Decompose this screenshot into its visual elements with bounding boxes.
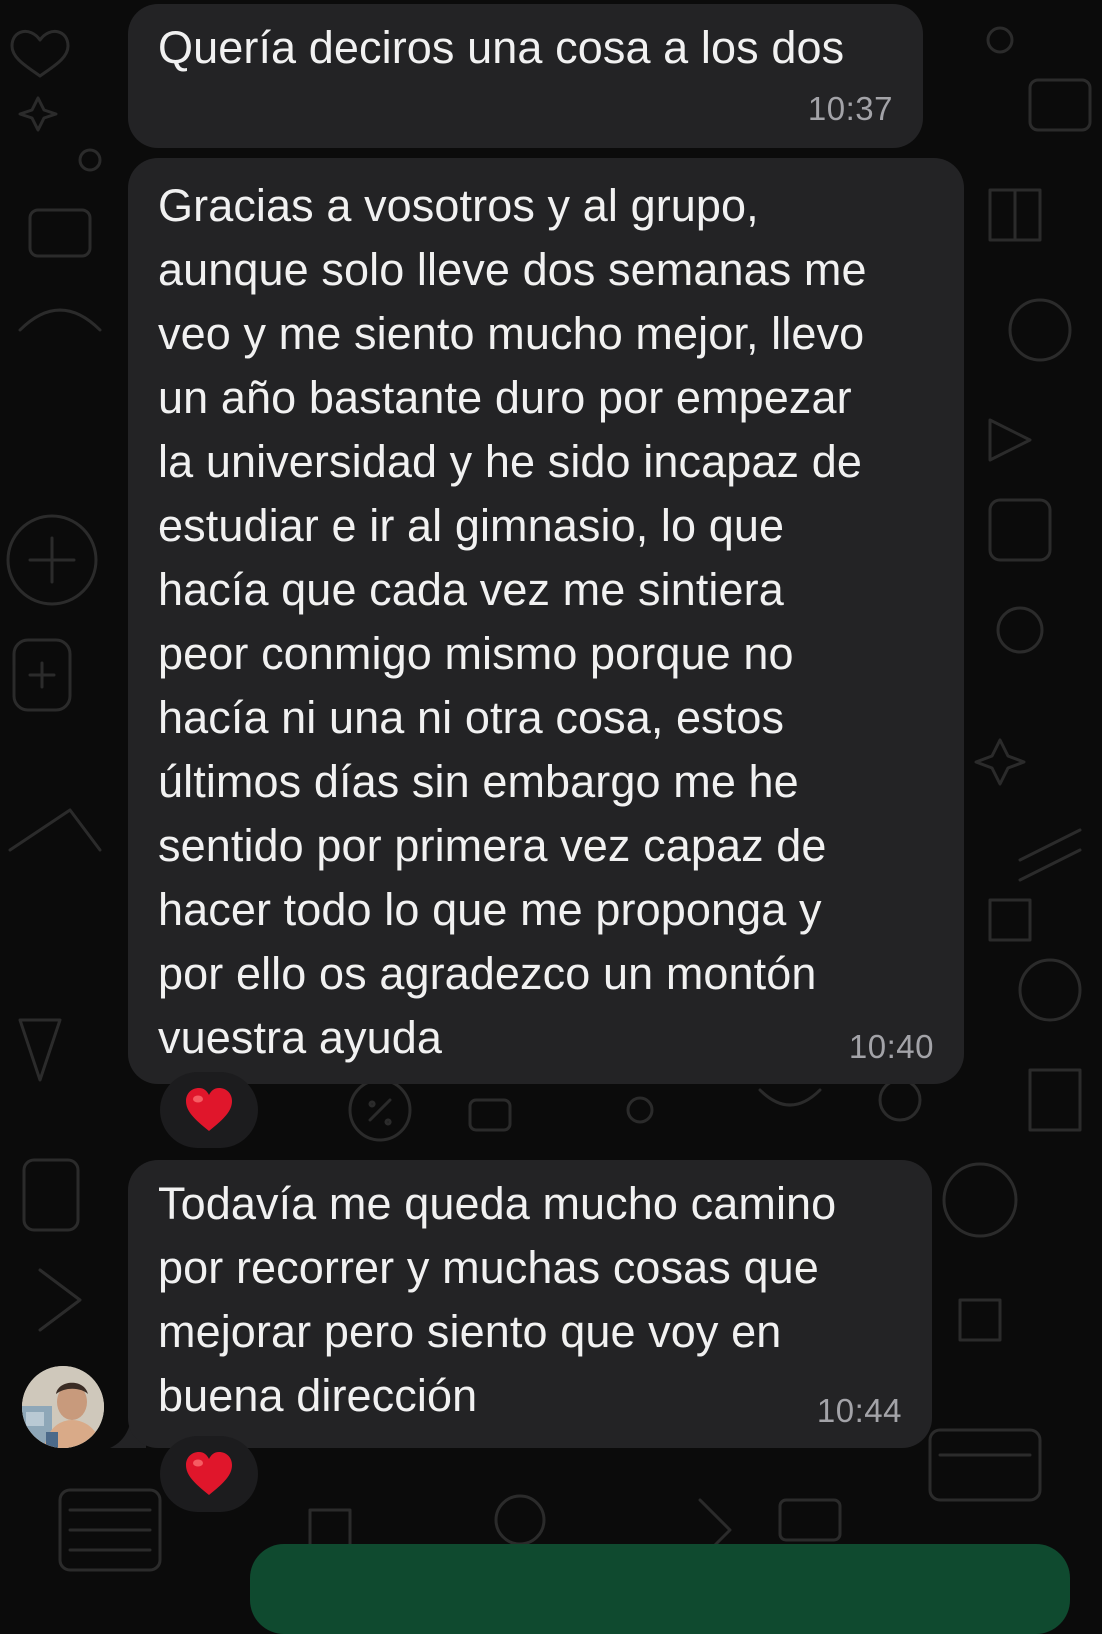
outgoing-message-bubble[interactable] [250,1544,1070,1634]
message-text: Quería deciros una cosa a los dos [158,22,845,73]
message-text: Gracias a vosotros y al grupo, aunque so… [158,180,867,1063]
message-timestamp: 10:37 [807,90,893,127]
message-reaction[interactable] [160,1436,258,1512]
heart-icon [186,1452,232,1495]
message-text: Todavía me queda mucho camino por recorr… [158,1178,837,1421]
message-reaction[interactable] [160,1072,258,1148]
sender-avatar[interactable] [22,1366,104,1448]
message-bubble[interactable]: Gracias a vosotros y al grupo, aunque so… [128,158,964,1084]
heart-icon [186,1088,232,1131]
message-timestamp: 10:44 [816,1392,902,1429]
message-bubble[interactable]: Quería deciros una cosa a los dos 10:37 [128,4,923,148]
message-bubble[interactable]: Todavía me queda mucho camino por recorr… [128,1160,932,1448]
avatar-photo [22,1366,104,1448]
message-timestamp: 10:40 [848,1028,934,1065]
